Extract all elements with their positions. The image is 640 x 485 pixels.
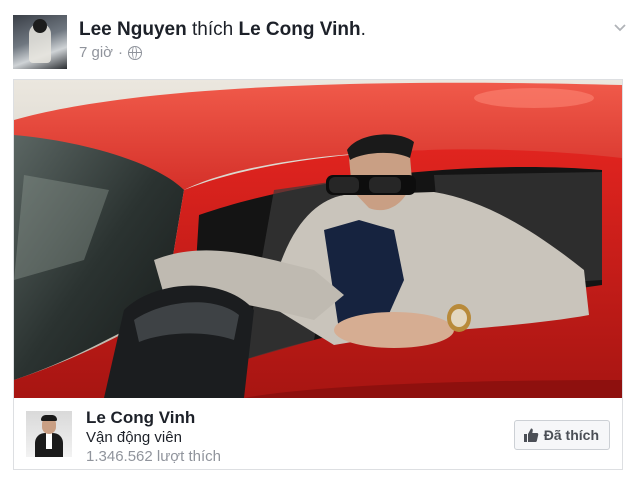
post-meta: 7 giờ · bbox=[79, 44, 143, 61]
globe-icon[interactable] bbox=[128, 45, 143, 60]
page-profile-thumbnail[interactable] bbox=[26, 411, 72, 457]
liked-button-label: Đã thích bbox=[543, 427, 599, 443]
thumb-shirt bbox=[46, 433, 52, 449]
target-name-link[interactable]: Le Cong Vinh bbox=[238, 19, 360, 40]
thumb-hair bbox=[41, 415, 57, 421]
actor-name-link[interactable]: Lee Nguyen bbox=[79, 19, 187, 40]
page-like-count: 1.346.562 lượt thích bbox=[86, 448, 221, 465]
story-verb: thích bbox=[191, 19, 234, 40]
cover-photo[interactable] bbox=[14, 80, 622, 398]
thumbs-up-icon bbox=[523, 428, 539, 442]
shared-page-card[interactable]: Le Cong Vinh Vận động viên 1.346.562 lượ… bbox=[13, 79, 623, 470]
chevron-down-icon[interactable] bbox=[614, 24, 626, 32]
liked-button[interactable]: Đã thích bbox=[513, 420, 610, 450]
avatar-head bbox=[33, 19, 47, 33]
meta-separator: · bbox=[118, 44, 124, 61]
page-name-link[interactable]: Le Cong Vinh bbox=[86, 408, 195, 428]
actor-avatar[interactable] bbox=[13, 15, 67, 69]
cover-photo-image bbox=[14, 80, 622, 398]
page-category: Vận động viên bbox=[86, 429, 182, 446]
story-period: . bbox=[360, 19, 366, 40]
page-card-footer: Le Cong Vinh Vận động viên 1.346.562 lượ… bbox=[14, 398, 622, 470]
post-timestamp[interactable]: 7 giờ bbox=[79, 44, 113, 61]
story-header: Lee Nguyen thích Le Cong Vinh. bbox=[79, 19, 366, 41]
